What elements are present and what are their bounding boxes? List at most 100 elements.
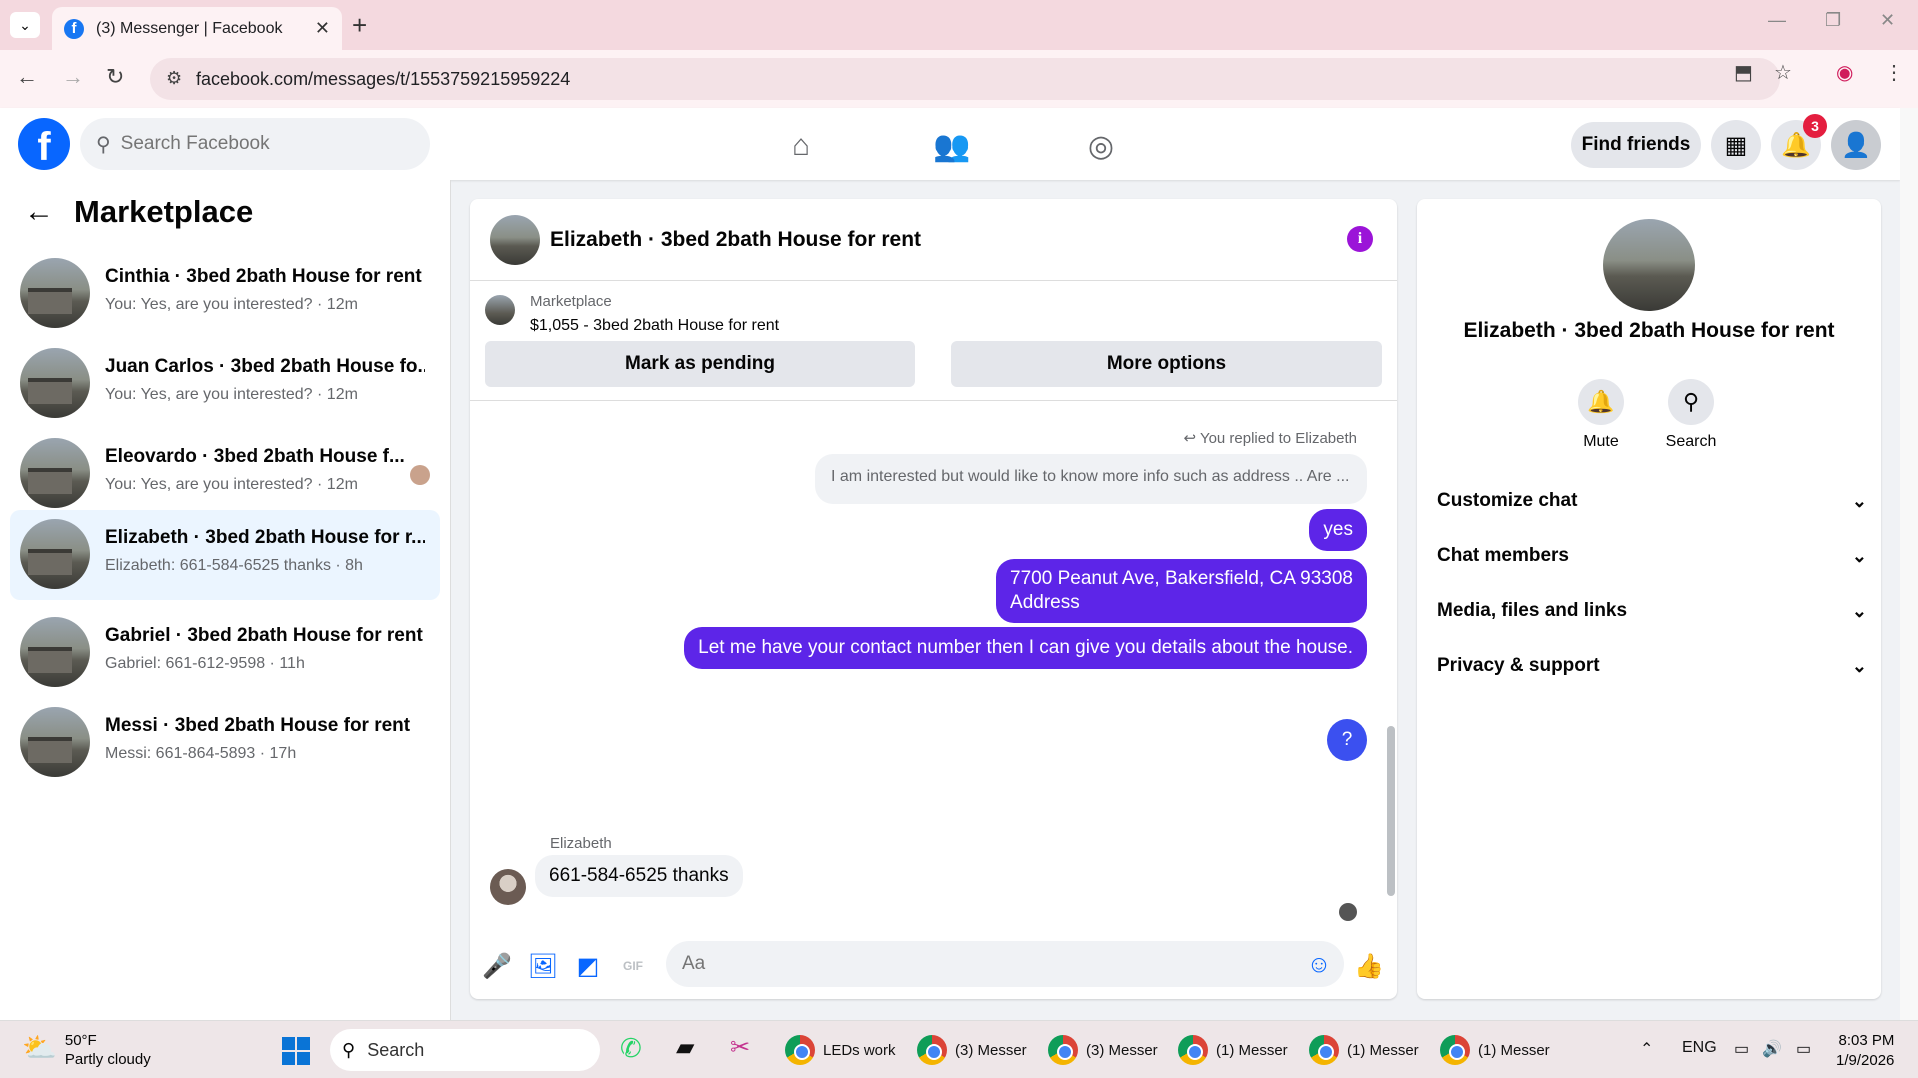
address-bar[interactable]: ⚙ facebook.com/messages/t/15537592159592…: [150, 58, 1780, 100]
back-icon[interactable]: ←: [16, 64, 38, 90]
restore-icon[interactable]: ❐: [1825, 10, 1841, 31]
search-in-chat-button[interactable]: ⚲ Search: [1651, 379, 1731, 451]
seen-avatar: [1339, 903, 1357, 921]
sticker-icon[interactable]: ◩: [573, 951, 603, 981]
conversation-title: Gabriel · 3bed 2bath House for rent: [105, 625, 423, 646]
chevron-down-icon: ⌄: [1851, 600, 1867, 621]
tab-list-chevron-icon[interactable]: ⌄: [10, 12, 40, 38]
chevron-up-icon[interactable]: ⌃: [1640, 1039, 1653, 1059]
weather-widget[interactable]: ⛅ 50°F Partly cloudy: [22, 1031, 151, 1069]
incoming-message[interactable]: 661-584-6525 thanks: [535, 855, 743, 897]
taskbar-app-chrome[interactable]: (3) Messer: [917, 1031, 1027, 1069]
forward-icon[interactable]: →: [62, 64, 84, 90]
conversation-item-active[interactable]: Elizabeth · 3bed 2bath House for r... El…: [10, 510, 440, 600]
mark-as-pending-button[interactable]: Mark as pending: [485, 341, 915, 387]
taskbar-app-chrome[interactable]: (1) Messer: [1178, 1031, 1288, 1069]
avatar[interactable]: [1603, 219, 1695, 311]
search-icon: ⚲: [96, 133, 111, 156]
volume-icon[interactable]: 🔊: [1762, 1039, 1782, 1059]
reply-note: You replied to Elizabeth: [1199, 430, 1357, 447]
chat-title[interactable]: Elizabeth · 3bed 2bath House for rent: [550, 228, 921, 252]
language-indicator[interactable]: ENG: [1682, 1039, 1717, 1057]
more-options-button[interactable]: More options: [951, 341, 1382, 387]
taskbar-app-chrome[interactable]: (3) Messer: [1048, 1031, 1158, 1069]
emoji-icon[interactable]: ☺: [1304, 950, 1334, 980]
chrome-icon: [1309, 1035, 1339, 1065]
avatar: [20, 438, 90, 508]
back-arrow-icon[interactable]: ←: [24, 195, 54, 229]
whatsapp-icon[interactable]: ✆: [620, 1033, 642, 1064]
bookmark-star-icon[interactable]: ☆: [1774, 60, 1792, 85]
message-thread: ↩ You replied to Elizabeth I am interest…: [470, 401, 1397, 931]
listing-thumbnail[interactable]: [485, 295, 515, 325]
customize-chat-row[interactable]: Customize chat ⌄: [1437, 480, 1867, 522]
search-input[interactable]: [120, 133, 401, 155]
taskbar-app-chrome[interactable]: LEDs work: [785, 1031, 896, 1069]
avatar[interactable]: [490, 869, 526, 905]
minimize-icon[interactable]: —: [1768, 10, 1786, 31]
conversation-item[interactable]: Eleovardo · 3bed 2bath House f... You: Y…: [10, 429, 440, 517]
mute-button[interactable]: 🔔 Mute: [1561, 379, 1641, 451]
windows-start-icon[interactable]: [282, 1037, 310, 1065]
microphone-icon[interactable]: 🎤: [482, 951, 512, 981]
close-window-icon[interactable]: ✕: [1880, 10, 1895, 31]
gif-icon[interactable]: GIF: [618, 951, 648, 981]
avatar: [20, 519, 90, 589]
chrome-icon: [917, 1035, 947, 1065]
display-icon[interactable]: ▭: [1734, 1039, 1749, 1059]
taskbar-search[interactable]: ⚲ Search: [330, 1029, 600, 1071]
clock[interactable]: 8:03 PM 1/9/2026: [1836, 1031, 1894, 1071]
snipping-tool-icon[interactable]: ✂: [730, 1033, 750, 1062]
message-input[interactable]: [666, 941, 1344, 987]
conversation-item[interactable]: Gabriel · 3bed 2bath House for rent Gabr…: [10, 608, 440, 696]
conversation-item[interactable]: Cinthia · 3bed 2bath House for rent You:…: [10, 249, 440, 337]
taskbar-app-chrome[interactable]: (1) Messer: [1309, 1031, 1419, 1069]
chat-members-row[interactable]: Chat members ⌄: [1437, 535, 1867, 577]
info-icon[interactable]: i: [1347, 226, 1373, 252]
friends-icon[interactable]: 👥: [932, 126, 972, 166]
facebook-search[interactable]: ⚲: [80, 118, 430, 170]
site-settings-icon[interactable]: ⚙: [166, 68, 182, 89]
close-tab-icon[interactable]: ✕: [315, 18, 330, 39]
listing-title[interactable]: $1,055 - 3bed 2bath House for rent: [530, 317, 779, 335]
time: 8:03 PM: [1838, 1032, 1895, 1049]
conversation-item[interactable]: Juan Carlos · 3bed 2bath House fo... You…: [10, 339, 440, 427]
outgoing-message[interactable]: 7700 Peanut Ave, Bakersfield, CA 93308 A…: [996, 559, 1367, 623]
quoted-message[interactable]: I am interested but would like to know m…: [815, 454, 1367, 504]
chat-header: Elizabeth · 3bed 2bath House for rent i: [470, 199, 1397, 281]
chevron-down-icon: ⌄: [1851, 655, 1867, 676]
outgoing-message[interactable]: Let me have your contact number then I c…: [684, 627, 1367, 669]
chrome-icon: [1440, 1035, 1470, 1065]
search-icon: ⚲: [342, 1039, 356, 1060]
page-scrollbar[interactable]: [1900, 108, 1918, 1020]
mute-label: Mute: [1583, 433, 1619, 450]
install-app-icon[interactable]: ⬒: [1734, 60, 1753, 85]
menu-grid-icon[interactable]: ▦: [1711, 120, 1761, 170]
find-friends-button[interactable]: Find friends: [1571, 122, 1701, 168]
avatar[interactable]: [490, 215, 540, 265]
battery-icon[interactable]: ▭: [1796, 1039, 1811, 1059]
account-avatar[interactable]: 👤: [1831, 120, 1881, 170]
profile-icon[interactable]: ◉: [1836, 60, 1853, 85]
reload-icon[interactable]: ↻: [106, 64, 124, 90]
conversation-item[interactable]: Messi · 3bed 2bath House for rent Messi:…: [10, 698, 440, 786]
outgoing-message[interactable]: yes: [1309, 509, 1367, 551]
sticky-notes-icon[interactable]: ▰: [676, 1033, 694, 1062]
privacy-support-row[interactable]: Privacy & support ⌄: [1437, 645, 1867, 687]
new-tab-icon[interactable]: +: [352, 10, 367, 41]
outgoing-message[interactable]: ?: [1327, 719, 1367, 761]
media-files-links-row[interactable]: Media, files and links ⌄: [1437, 590, 1867, 632]
photo-icon[interactable]: 🖼: [528, 951, 558, 981]
groups-icon[interactable]: ◎: [1081, 126, 1121, 166]
facebook-logo-icon[interactable]: f: [18, 118, 70, 170]
browser-tab-bar: ⌄ f (3) Messenger | Facebook ✕ + — ❐ ✕: [0, 0, 1918, 50]
browser-menu-icon[interactable]: ⋮: [1884, 60, 1904, 85]
home-icon[interactable]: ⌂: [781, 126, 821, 166]
browser-tab-active[interactable]: f (3) Messenger | Facebook ✕: [52, 7, 342, 50]
thumbs-up-icon[interactable]: 👍: [1354, 951, 1384, 981]
conversation-preview: You: Yes, are you interested? · 12m: [105, 386, 358, 403]
notification-count-badge: 3: [1803, 114, 1827, 138]
taskbar-app-chrome[interactable]: (1) Messer: [1440, 1031, 1550, 1069]
conversation-preview: You: Yes, are you interested? · 12m: [105, 476, 358, 493]
scrollbar-thumb[interactable]: [1387, 726, 1395, 896]
